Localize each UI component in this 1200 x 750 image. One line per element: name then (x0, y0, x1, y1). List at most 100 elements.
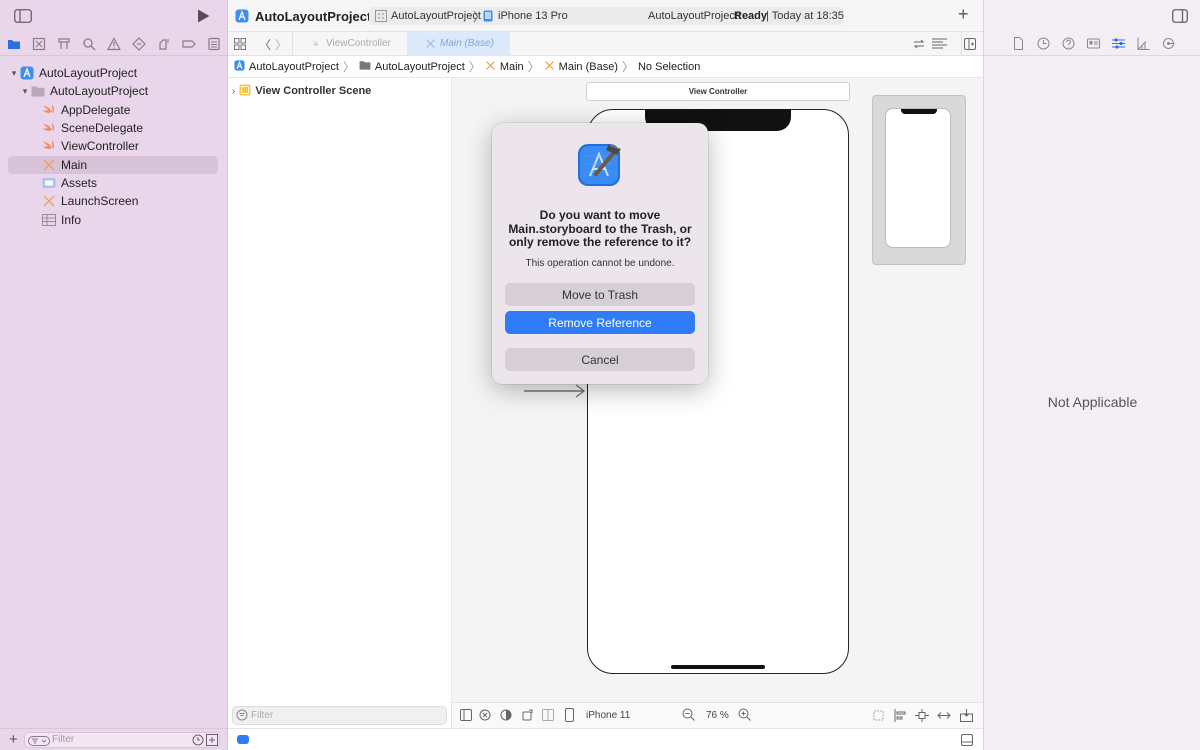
update-frames-icon[interactable] (872, 709, 885, 725)
tab-main-base[interactable]: Main (Base) (407, 32, 510, 56)
navigator-filter-field[interactable]: Filter (24, 732, 220, 748)
canvas-bottom-bar: iPhone 11 76 % (452, 702, 983, 728)
appearance-icon[interactable] (479, 709, 491, 724)
tree-item-assets[interactable]: Assets (8, 174, 218, 192)
run-button[interactable] (197, 9, 210, 26)
device-selector[interactable]: iPhone 13 Pro (498, 10, 568, 22)
source-control-filter-icon[interactable] (206, 734, 218, 749)
attributes-inspector-icon[interactable] (1110, 36, 1126, 52)
storyboard-icon (42, 158, 56, 172)
forward-chevron-icon[interactable]: 〉 (275, 36, 287, 53)
tree-item-main[interactable]: Main (8, 156, 218, 174)
tree-item-group[interactable]: ▾ AutoLayoutProject (8, 82, 218, 100)
zoom-out-icon[interactable] (682, 708, 695, 724)
breadcrumb-storyboard[interactable]: Main (485, 60, 524, 74)
connections-inspector-icon[interactable] (1160, 36, 1176, 52)
remove-reference-button[interactable]: Remove Reference (505, 311, 695, 334)
sidebar-toggle-icon[interactable] (14, 9, 32, 26)
chevron-right-icon[interactable]: › (232, 86, 235, 97)
build-status-state: Ready (734, 10, 768, 22)
breadcrumb-localization[interactable]: Main (Base) (544, 60, 618, 74)
outline-filter-placeholder: Filter (251, 710, 274, 721)
report-icon[interactable] (206, 36, 222, 52)
zoom-in-icon[interactable] (738, 708, 751, 724)
source-control-icon[interactable] (31, 36, 47, 52)
divider (961, 32, 962, 56)
view-controller-scene-icon (239, 84, 251, 99)
breakpoints-toggle-icon[interactable] (237, 735, 249, 744)
inspector-empty-label: Not Applicable (1047, 394, 1138, 410)
breadcrumb-label: AutoLayoutProject (249, 60, 339, 73)
align-icon[interactable] (894, 709, 907, 725)
swift-file-icon (42, 139, 56, 153)
orientation-icon[interactable] (521, 709, 533, 724)
tree-item-info[interactable]: Info (8, 211, 218, 229)
adjust-editor-options-icon[interactable] (932, 38, 947, 53)
dialog-info-text: This operation cannot be undone. (525, 258, 675, 269)
device-config-label[interactable]: iPhone 11 (586, 710, 630, 721)
filter-options-icon[interactable] (28, 735, 50, 749)
tree-item-scenedelegate[interactable]: SceneDelegate (8, 119, 218, 137)
tree-item-launchscreen[interactable]: LaunchScreen (8, 192, 218, 210)
add-constraints-icon[interactable] (915, 709, 929, 725)
breadcrumb-label: No Selection (637, 60, 701, 73)
recent-files-icon[interactable] (192, 734, 204, 749)
folder-icon[interactable] (6, 36, 22, 52)
split-view-icon[interactable] (542, 709, 554, 724)
scene-title-bar[interactable]: View Controller (586, 82, 850, 101)
split-editor-icon[interactable] (964, 38, 976, 53)
tree-item-viewcontroller[interactable]: ViewController (8, 137, 218, 155)
inspector-titlebar (984, 0, 1200, 32)
outline-filter-field[interactable]: Filter (232, 706, 447, 725)
swift-file-icon (311, 38, 322, 52)
tree-item-project[interactable]: ▾ AutoLayoutProject (8, 64, 218, 82)
scheme-selector[interactable]: AutoLayoutProject (391, 10, 481, 22)
debug-bar (228, 728, 983, 750)
back-chevron-icon[interactable]: 〈 (259, 36, 271, 53)
outline-scene-row[interactable]: › View Controller Scene (232, 83, 442, 99)
debug-spray-icon[interactable] (156, 36, 172, 52)
outline-scene-label: View Controller Scene (255, 85, 372, 97)
issue-warning-icon[interactable] (106, 36, 122, 52)
inspector-toggle-icon[interactable] (1172, 9, 1188, 26)
outline-toggle-icon[interactable] (460, 709, 472, 724)
tree-item-appdelegate[interactable]: AppDelegate (8, 101, 218, 119)
chevron-down-icon[interactable]: ▾ (19, 86, 31, 97)
folder-icon (359, 60, 371, 73)
tree-item-label: ViewController (61, 139, 139, 153)
debug-area-toggle-icon[interactable] (961, 734, 973, 749)
device-icon[interactable] (565, 708, 574, 725)
add-library-icon[interactable]: + (958, 5, 969, 23)
breadcrumb-group[interactable]: AutoLayoutProject (359, 60, 465, 73)
resolve-issues-icon[interactable] (937, 709, 951, 725)
breakpoint-icon[interactable] (181, 36, 197, 52)
history-inspector-icon[interactable] (1035, 36, 1051, 52)
tab-label: Main (Base) (440, 38, 494, 49)
identity-inspector-icon[interactable] (1085, 36, 1101, 52)
file-inspector-icon[interactable] (1010, 36, 1026, 52)
grid-icon[interactable] (234, 38, 246, 53)
device-notch (901, 109, 937, 114)
cancel-button[interactable]: Cancel (505, 348, 695, 371)
size-inspector-icon[interactable] (1135, 36, 1151, 52)
tree-item-label: LaunchScreen (61, 194, 139, 208)
breadcrumb-label: Main (499, 60, 524, 73)
move-to-trash-button[interactable]: Move to Trash (505, 283, 695, 306)
test-diamond-icon[interactable] (131, 36, 147, 52)
symbol-navigator-icon[interactable] (56, 36, 72, 52)
breadcrumb-selection[interactable]: No Selection (638, 61, 700, 73)
tab-viewcontroller[interactable]: ViewController (292, 32, 407, 56)
launch-screen-preview[interactable] (872, 95, 966, 265)
refresh-swap-icon[interactable] (913, 38, 925, 53)
help-inspector-icon[interactable] (1060, 36, 1076, 52)
embed-in-icon[interactable] (960, 709, 973, 725)
chevron-down-icon[interactable]: ▾ (8, 68, 20, 79)
add-icon[interactable]: + (9, 731, 18, 748)
dark-mode-icon[interactable] (500, 709, 512, 724)
tree-item-label: Main (61, 158, 88, 172)
dialog-message: Do you want to move Main.storyboard to t… (508, 208, 692, 249)
search-icon[interactable] (81, 36, 97, 52)
breadcrumb-project[interactable]: AutoLayoutProject (234, 59, 339, 74)
storyboard-icon (485, 60, 496, 74)
inspector-pane: Not Applicable (983, 0, 1200, 750)
